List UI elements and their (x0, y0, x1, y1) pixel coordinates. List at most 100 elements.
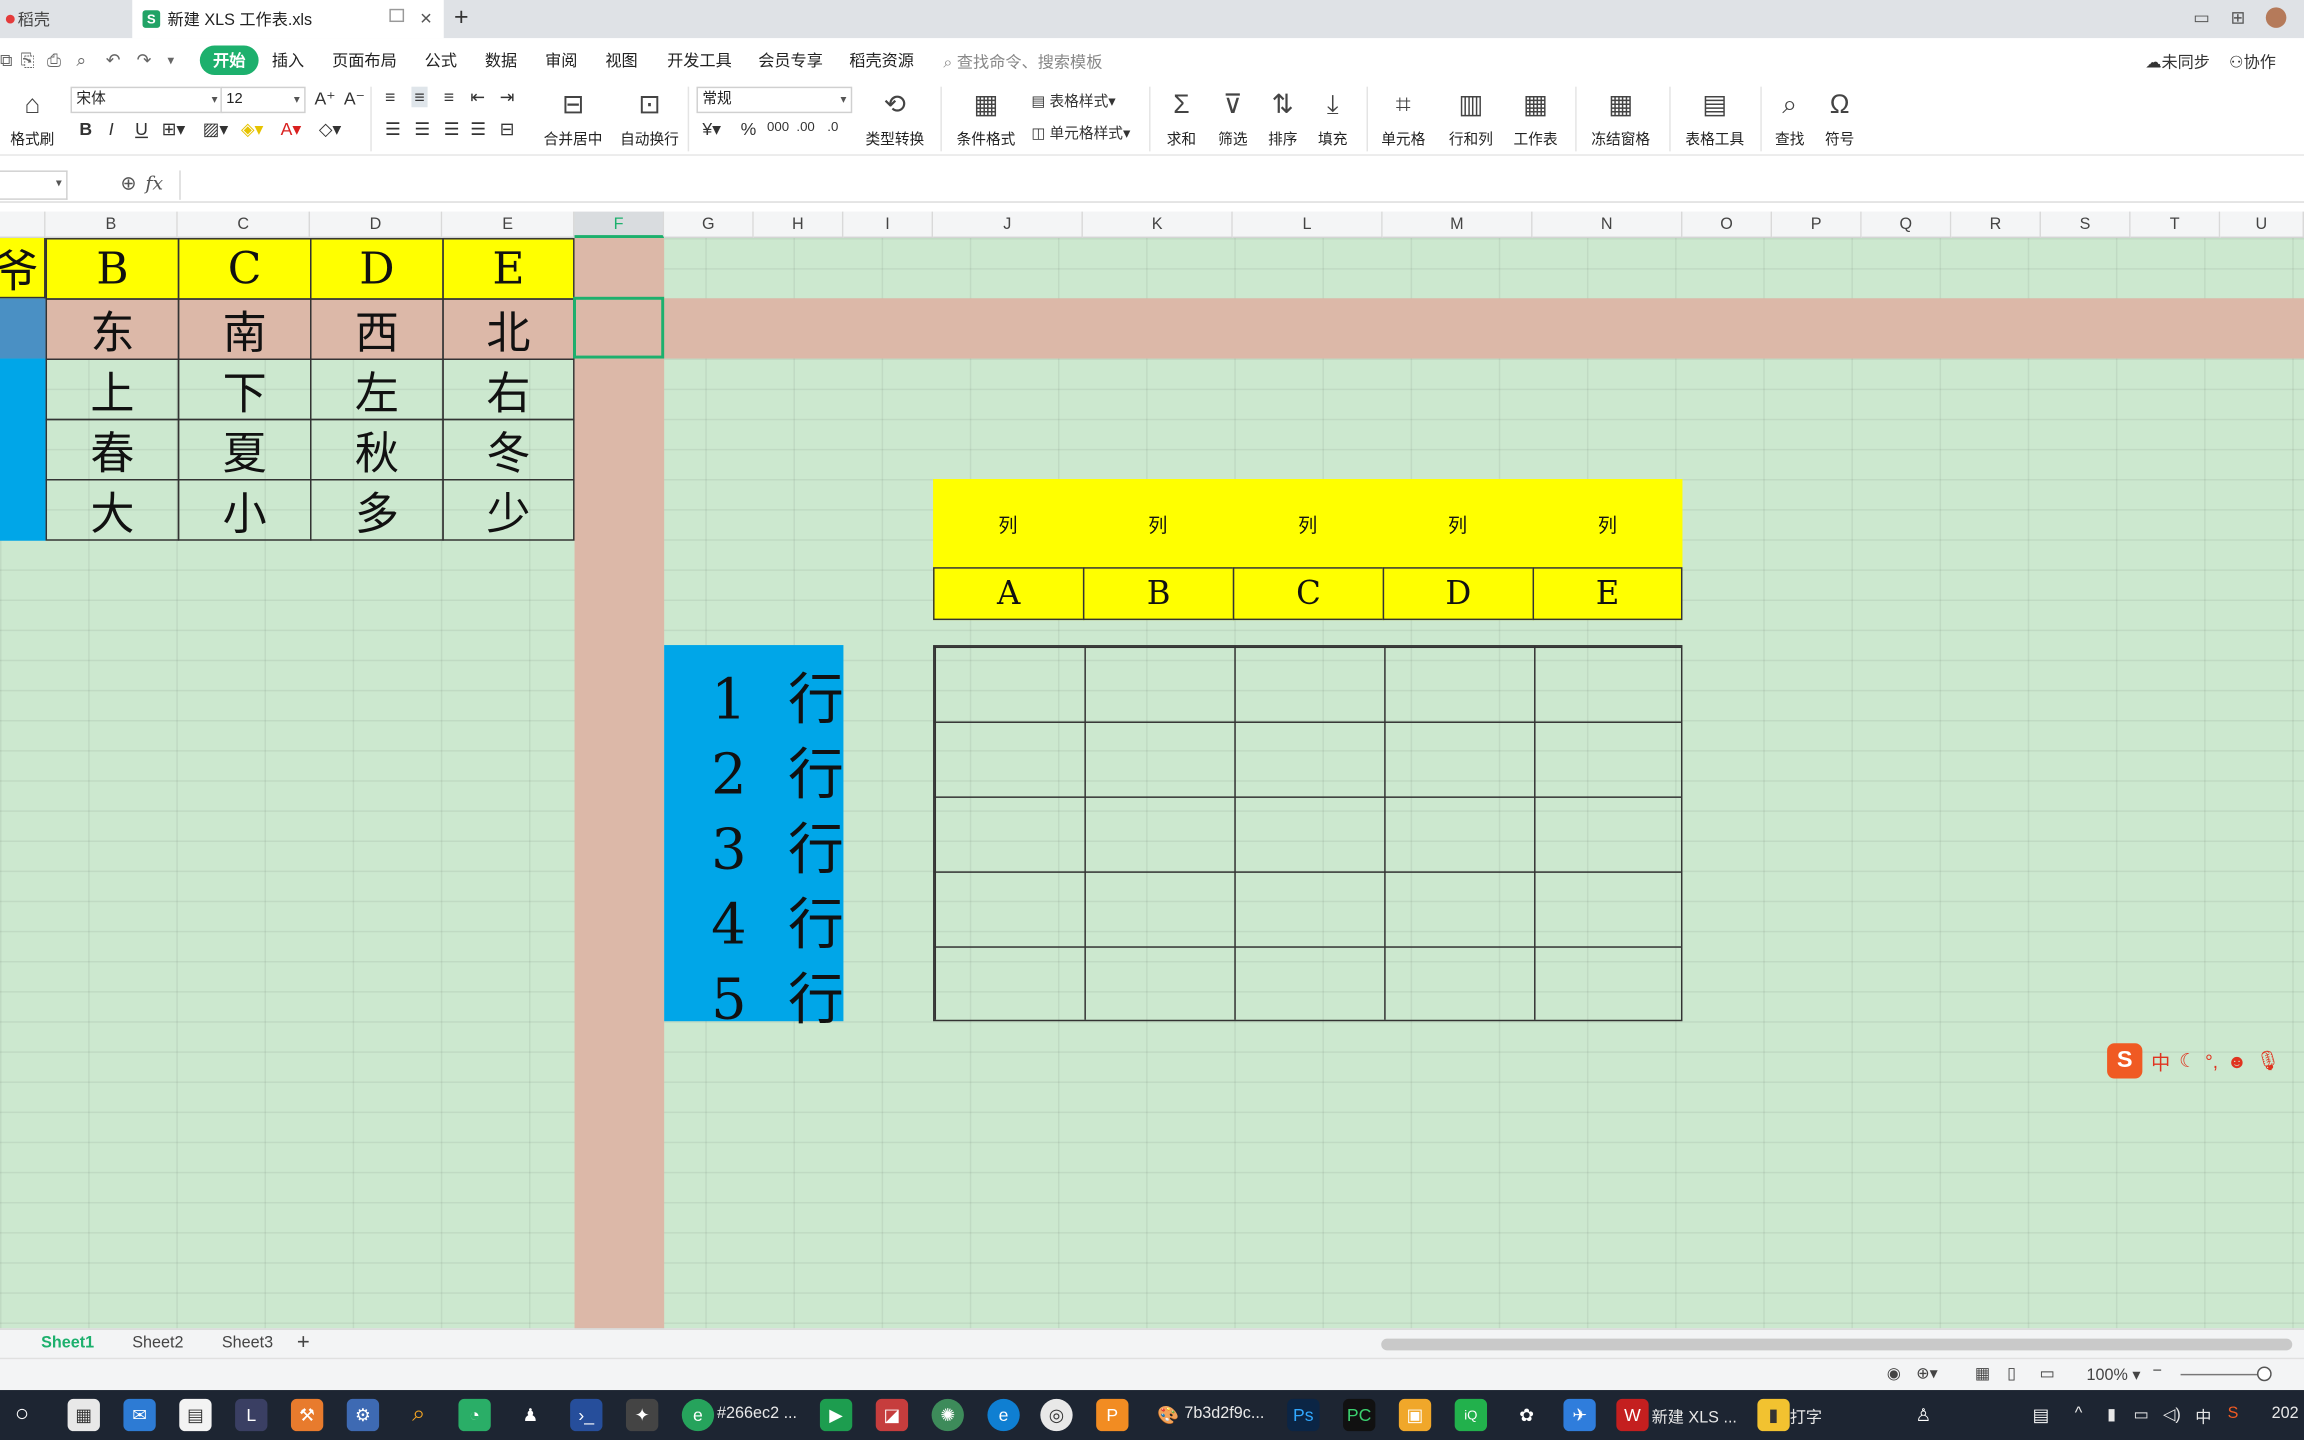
taskbar-item-3[interactable]: 新建 XLS ... (1652, 1405, 1737, 1429)
freeze-panes-button[interactable]: ▦ 冻结窗格 (1581, 85, 1660, 149)
cell-b5[interactable]: 大 (45, 479, 180, 541)
clear-format-icon[interactable]: ◇▾ (319, 119, 341, 140)
sheet-tab-3[interactable]: Sheet3 (222, 1334, 273, 1352)
outdent-icon[interactable]: ⇤ (470, 87, 485, 108)
select-all-corner[interactable] (0, 211, 46, 239)
col-header-h[interactable]: H (753, 211, 844, 239)
copy-icon[interactable]: ⧉ (0, 50, 13, 72)
undo-icon[interactable]: ↶ (106, 50, 121, 71)
decrease-font-icon[interactable]: A⁻ (344, 88, 365, 109)
zoom-level[interactable]: 100% ▾ (2087, 1365, 2141, 1385)
window-layout-icon[interactable]: ▭ (2193, 7, 2210, 28)
increase-decimal-icon[interactable]: .00 (796, 119, 814, 134)
table-style-button[interactable]: ▤ 表格样式▾ (1032, 88, 1116, 110)
cell-c3[interactable]: 下 (177, 358, 312, 421)
bird-icon[interactable]: ✈ (1563, 1398, 1596, 1432)
col-header-t[interactable]: T (2130, 211, 2221, 239)
cell-b4[interactable]: 春 (45, 418, 180, 481)
store-icon[interactable]: ▦ (67, 1398, 100, 1432)
cell-b3[interactable]: 上 (45, 358, 180, 421)
app-icon[interactable]: ⚙ (346, 1398, 380, 1432)
app-grid-icon[interactable]: ⊞ (2230, 7, 2245, 28)
zoom-formula-icon[interactable]: ⊕ (120, 172, 136, 194)
tab-docer[interactable]: 稻壳 (0, 0, 129, 38)
cell-d2[interactable]: 西 (310, 298, 444, 361)
cell-style-button[interactable]: ◫ 单元格样式▾ (1032, 120, 1131, 142)
start-circle-icon[interactable]: ○ (6, 1399, 38, 1431)
colorful-app-icon[interactable]: ◪ (875, 1398, 909, 1432)
volume-icon[interactable]: ◁) (2163, 1405, 2181, 1424)
layout-icon[interactable]: ⊕▾ (1916, 1364, 1938, 1383)
col-header-p[interactable]: P (1772, 211, 1862, 239)
sheet-tab-2[interactable]: Sheet2 (132, 1334, 183, 1352)
iqiyi-icon[interactable]: iQ (1454, 1398, 1488, 1432)
align-bottom-icon[interactable]: ≡ (444, 87, 454, 108)
col-header-u[interactable]: U (2220, 211, 2304, 239)
document-icon[interactable]: ▤ (179, 1398, 212, 1432)
taskbar-item-1[interactable]: #266ec2 ... (717, 1405, 797, 1423)
underline-icon[interactable]: U (135, 119, 148, 140)
clock[interactable]: 202 (2272, 1405, 2299, 1423)
ime-mode[interactable]: 中 (2151, 1047, 2170, 1075)
cell-d4[interactable]: 秋 (310, 418, 444, 481)
filter-button[interactable]: ⊽ 筛选 (1208, 85, 1258, 149)
col-header-n[interactable]: N (1532, 211, 1683, 239)
redo-icon[interactable]: ↷ (137, 50, 152, 71)
add-sheet-plus-icon[interactable]: + (297, 1330, 310, 1355)
col-header-m[interactable]: M (1382, 211, 1533, 239)
export-icon[interactable]: ⎘ (21, 50, 35, 72)
fx-label[interactable]: fx (145, 173, 163, 195)
cell-b1[interactable]: B (45, 238, 180, 300)
col-header-k[interactable]: K (1082, 211, 1233, 239)
cell-d1[interactable]: D (310, 238, 444, 300)
spreadsheet-grid[interactable]: 爷 B C D E 东 南 西 北 上 下 左 右 春 夏 秋 冬 大 小 多 … (0, 238, 2304, 1329)
menu-page-layout[interactable]: 页面布局 (332, 48, 397, 72)
print-icon[interactable]: ⎙ (47, 50, 61, 72)
avatar[interactable] (2265, 7, 2287, 28)
fill-color-icon[interactable]: ◈▾ (241, 119, 263, 140)
wps-icon[interactable]: W (1616, 1398, 1649, 1432)
moon-icon[interactable]: ☾ (2179, 1049, 2196, 1073)
name-box[interactable]: ▾ (0, 170, 68, 200)
type-convert-button[interactable]: ⟲ 类型转换 (858, 85, 931, 149)
col-header-q[interactable]: Q (1861, 211, 1952, 239)
align-right-icon[interactable]: ☰ (444, 119, 460, 140)
zoom-slider[interactable] (2180, 1373, 2269, 1376)
percent-icon[interactable]: % (741, 119, 757, 140)
collaborate-button[interactable]: ⚇协作 (2229, 50, 2276, 74)
powershell-icon[interactable]: ›_ (570, 1398, 603, 1432)
play-icon[interactable]: ▶ (819, 1398, 853, 1432)
flower-icon[interactable]: ✿ (1511, 1399, 1543, 1431)
cell-c5[interactable]: 小 (177, 479, 312, 541)
command-search[interactable]: ⌕ 查找命令、搜索模板 (943, 50, 1102, 74)
cell-c4[interactable]: 夏 (177, 418, 312, 481)
col-header-g[interactable]: G (664, 211, 754, 239)
ime-tray[interactable]: 中 (2195, 1405, 2211, 1429)
conditional-format-button[interactable]: ▦ 条件格式 (949, 85, 1022, 149)
col-letter-c[interactable]: C (1232, 567, 1385, 621)
taskbar-item-4[interactable]: 打字 (1790, 1405, 1822, 1429)
paint-icon[interactable]: 🎨 (1152, 1399, 1184, 1431)
preview-icon[interactable]: ⌕ (76, 50, 86, 72)
user-search-icon[interactable]: ♙ (1907, 1399, 1939, 1431)
sheet-tab-1[interactable]: Sheet1 (41, 1334, 94, 1352)
notes-icon[interactable]: ▮ (1757, 1398, 1790, 1432)
tool-icon[interactable]: ⚒ (290, 1398, 324, 1432)
game-icon[interactable]: L (235, 1398, 268, 1432)
menu-data[interactable]: 数据 (485, 48, 517, 72)
normal-view-icon[interactable]: ▦ (1975, 1364, 1990, 1383)
menu-member[interactable]: 会员专享 (758, 48, 823, 72)
page-layout-view-icon[interactable]: ▯ (2007, 1364, 2016, 1383)
davinci-icon[interactable]: ✦ (625, 1398, 659, 1432)
font-size-select[interactable]: 12 ▾ (220, 86, 306, 114)
sum-button[interactable]: Σ 求和 (1158, 85, 1205, 149)
indent-icon[interactable]: ⇥ (500, 87, 515, 108)
sogou-tray-icon[interactable]: S (2228, 1405, 2239, 1423)
align-center-icon[interactable]: ☰ (414, 119, 430, 140)
sort-button[interactable]: ⇅ 排序 (1258, 85, 1308, 149)
col-header-s[interactable]: S (2040, 211, 2131, 239)
worksheet-button[interactable]: ▦ 工作表 (1505, 85, 1567, 149)
increase-font-icon[interactable]: A⁺ (314, 88, 335, 109)
align-left-icon[interactable]: ☰ (385, 119, 401, 140)
col-header-c[interactable]: C (177, 211, 311, 239)
